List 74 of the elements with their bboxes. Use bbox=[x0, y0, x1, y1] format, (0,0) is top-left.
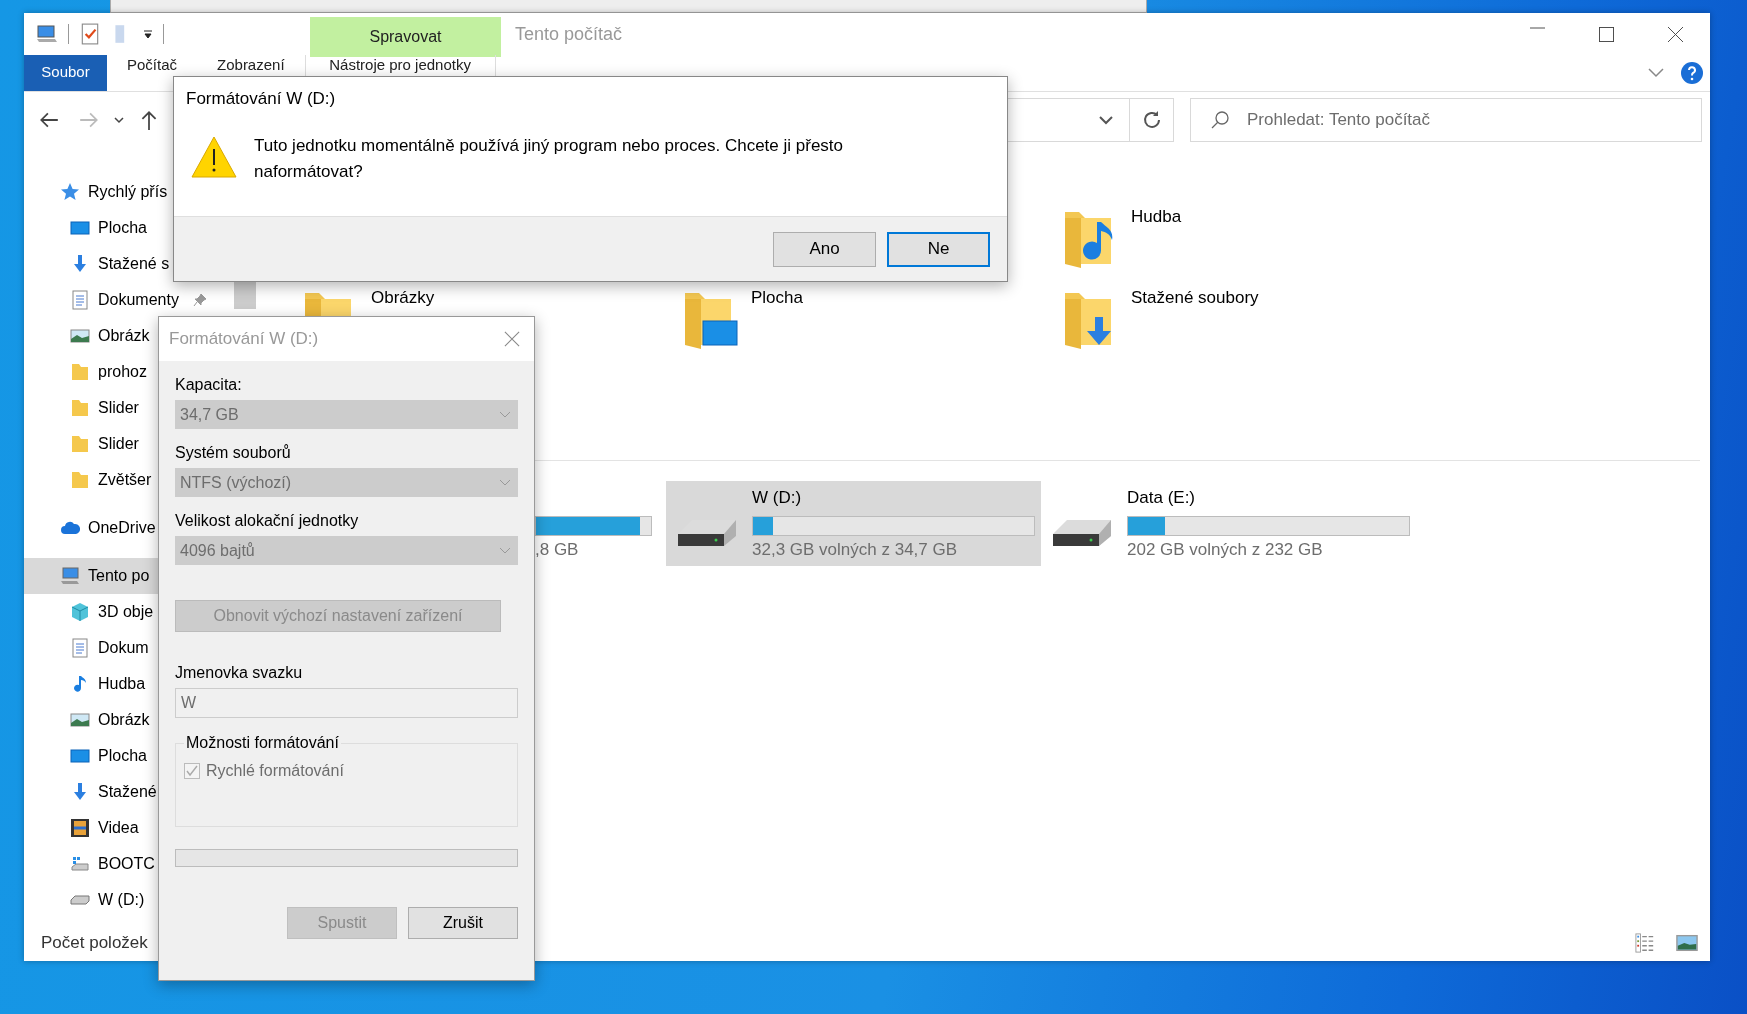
ribbon-tab[interactable]: Soubor bbox=[24, 55, 107, 91]
film-icon bbox=[70, 818, 90, 838]
dialog-title: Formátování W (D:) bbox=[169, 329, 319, 349]
caret-icon[interactable] bbox=[114, 115, 124, 125]
sidebar-item[interactable]: Stažené s bbox=[24, 246, 262, 282]
drive-icon bbox=[70, 895, 90, 905]
drive-icon bbox=[70, 854, 90, 874]
chevron-down-icon[interactable] bbox=[1099, 115, 1113, 125]
chevron-down-icon bbox=[499, 478, 511, 487]
volume-label-field[interactable]: W bbox=[175, 688, 518, 718]
folder-icon bbox=[70, 470, 90, 490]
chevron-down-icon[interactable] bbox=[1648, 68, 1664, 78]
ribbon-tab[interactable]: Zobrazení bbox=[197, 55, 305, 91]
hard-drive-icon bbox=[1051, 517, 1113, 548]
sidebar-item[interactable]: Dokumenty bbox=[24, 282, 262, 318]
folder-icon bbox=[70, 398, 90, 418]
landscape-icon bbox=[70, 326, 90, 346]
drive-name: W (D:) bbox=[752, 487, 803, 509]
free-space-text: 202 GB volných z 232 GB bbox=[1127, 539, 1324, 560]
chevron-down-icon bbox=[499, 410, 511, 419]
large-icons-view-icon[interactable] bbox=[1676, 933, 1698, 953]
document-icon bbox=[70, 638, 90, 658]
chevron-down-icon bbox=[499, 546, 511, 555]
drive-name: Data (E:) bbox=[1127, 487, 1197, 509]
cube-icon bbox=[70, 602, 90, 622]
folder-name[interactable]: Obrázky bbox=[371, 289, 435, 307]
field-label: Jmenovka svazku bbox=[175, 664, 304, 683]
pin-icon[interactable] bbox=[192, 293, 207, 307]
dialog-message: Tuto jednotku momentálně používá jiný program nebo proces. Chcete ji přesto naformátovat? bbox=[254, 135, 845, 183]
refresh-button[interactable] bbox=[1130, 98, 1174, 142]
star-icon bbox=[60, 182, 80, 202]
details-view-icon[interactable] bbox=[1634, 933, 1656, 953]
help-icon[interactable] bbox=[1680, 61, 1704, 85]
computer-icon[interactable] bbox=[36, 23, 58, 45]
item-count: Počet položek bbox=[41, 933, 148, 953]
sidebar-item[interactable]: Videa bbox=[24, 810, 262, 846]
free-space-text: ,8 GB bbox=[535, 539, 580, 560]
close-icon[interactable] bbox=[1668, 26, 1683, 42]
dialog-button[interactable]: Ne bbox=[887, 231, 990, 267]
sidebar-item[interactable]: Plocha bbox=[24, 210, 262, 246]
minimize-icon[interactable] bbox=[1530, 26, 1545, 29]
dialog-button[interactable]: Ano bbox=[773, 231, 876, 267]
folder-name[interactable]: Plocha bbox=[751, 289, 803, 307]
folder-icon bbox=[70, 434, 90, 454]
folder-name[interactable]: Hudba bbox=[1131, 208, 1182, 226]
window-title: Tento počítač bbox=[515, 23, 623, 45]
sidebar-item[interactable]: BOOTC bbox=[24, 846, 262, 882]
dialog-title: Formátování W (D:) bbox=[185, 88, 337, 110]
folder-name[interactable]: Stažené soubory bbox=[1131, 289, 1259, 307]
computer-icon bbox=[60, 566, 80, 586]
sidebar-item[interactable]: Dokum bbox=[24, 630, 262, 666]
ribbon-tab[interactable]: Počítač bbox=[107, 55, 198, 91]
drive-tile[interactable]: ,8 GB bbox=[535, 481, 666, 566]
field-label: Systém souborů bbox=[175, 444, 292, 463]
context-tab-header: Spravovat bbox=[310, 16, 501, 57]
drive-tile[interactable]: W (D:) 32,3 GB volných z 34,7 GB bbox=[666, 481, 1041, 566]
drive-tile[interactable]: Data (E:) 202 GB volných z 232 GB bbox=[1041, 481, 1416, 566]
desktop-icon bbox=[70, 218, 90, 238]
dialog-button[interactable]: Zrušit bbox=[408, 907, 518, 939]
caret-icon[interactable] bbox=[143, 29, 153, 39]
sidebar-item[interactable]: W (D:) bbox=[24, 882, 262, 918]
landscape-icon bbox=[70, 710, 90, 730]
search-icon bbox=[1210, 110, 1230, 130]
maximize-icon[interactable] bbox=[1599, 26, 1614, 42]
field-label: Kapacita: bbox=[175, 376, 243, 395]
desktop-icon bbox=[70, 746, 90, 766]
document-icon bbox=[70, 290, 90, 310]
search-field[interactable]: Prohledat: Tento počítač bbox=[1190, 98, 1702, 142]
properties-icon[interactable] bbox=[79, 23, 101, 45]
refresh-icon bbox=[1141, 110, 1162, 130]
free-space-text: 32,3 GB volných z 34,7 GB bbox=[752, 539, 959, 560]
warning-icon bbox=[190, 135, 238, 179]
folder-icon bbox=[70, 362, 90, 382]
field-label: Velikost alokační jednotky bbox=[175, 512, 360, 531]
